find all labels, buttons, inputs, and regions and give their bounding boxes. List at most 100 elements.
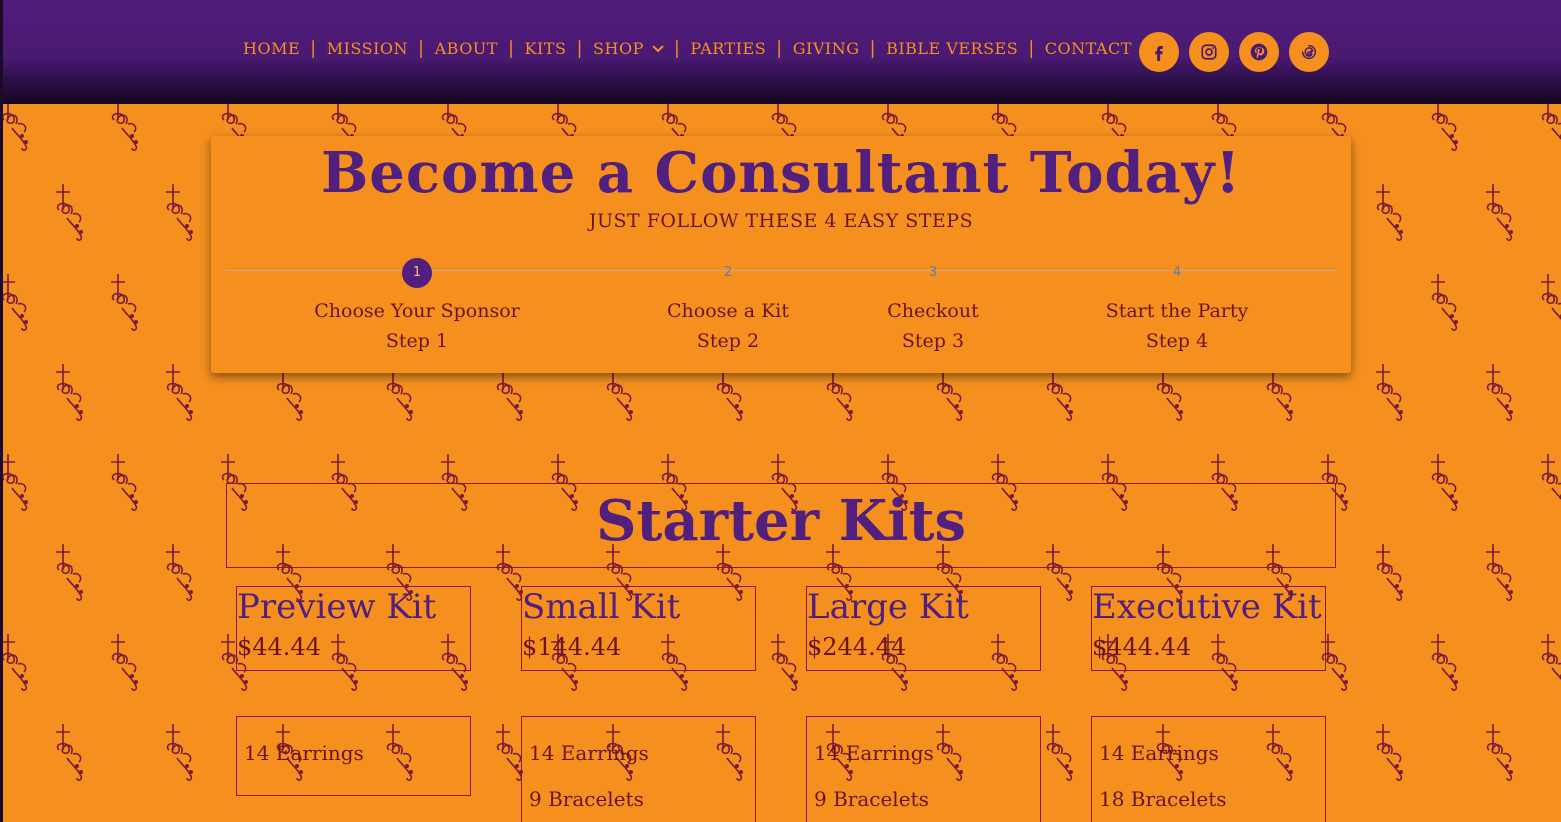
social-links (1139, 32, 1329, 72)
instagram-button[interactable] (1189, 32, 1229, 72)
consultant-steps-card: Become a Consultant Today! JUST FOLLOW T… (211, 136, 1351, 373)
facebook-button[interactable] (1139, 32, 1179, 72)
step-2-number-text: Step 2 (696, 330, 760, 352)
pattern-motif (3, 634, 28, 691)
nav-contact-label: CONTACT (1044, 38, 1132, 58)
pattern-motif (1541, 104, 1561, 140)
nav-parties-label: PARTIES (690, 38, 767, 58)
threads-button[interactable] (1289, 32, 1329, 72)
nav-shop[interactable]: SHOP (593, 39, 664, 58)
kit-contents-small: 14 Earrings 9 Bracelets (521, 716, 756, 822)
pinterest-button[interactable] (1239, 32, 1279, 72)
nav-giving-label: GIVING (792, 38, 860, 58)
pattern-motif (56, 184, 83, 241)
kit-content-item: 14 Earrings (814, 741, 934, 765)
pattern-motif (111, 104, 138, 151)
pattern-motif (1486, 184, 1513, 241)
pattern-motif (1541, 634, 1561, 680)
nav-bible-verses-label: BIBLE VERSES (886, 38, 1019, 58)
step-4-indicator[interactable]: 4 (1162, 258, 1192, 288)
pattern-motif (111, 274, 138, 331)
pattern-motif (3, 104, 28, 151)
pattern-motif (1431, 634, 1458, 691)
threads-icon (1301, 44, 1317, 60)
pattern-motif (56, 724, 83, 781)
starter-kits-title: Starter Kits (596, 488, 966, 554)
nav-giving[interactable]: GIVING (793, 39, 860, 58)
nav-separator: | (776, 37, 783, 59)
pattern-motif (166, 184, 193, 241)
nav-kits-label: KITS (524, 38, 567, 58)
kit-card-large[interactable]: Large Kit $244.44 (806, 586, 1041, 671)
nav-separator: | (507, 37, 515, 59)
nav-kits[interactable]: KITS (525, 39, 567, 58)
nav-home[interactable]: HOME (243, 39, 300, 58)
step-3-number-text: Step 3 (901, 330, 965, 352)
nav-parties[interactable]: PARTIES (690, 39, 766, 58)
kit-card-executive[interactable]: Executive Kit $444.44 (1091, 586, 1326, 671)
nav-home-label: HOME (243, 38, 301, 58)
kit-content-item: 14 Earrings (244, 741, 364, 765)
kit-content-item: 14 Earrings (529, 741, 649, 765)
pattern-motif (771, 634, 798, 691)
step-1-indicator[interactable]: 1 (402, 258, 432, 288)
pattern-motif (111, 634, 138, 691)
kit-content-item: 18 Bracelets (1099, 787, 1227, 811)
kit-card-preview[interactable]: Preview Kit $44.44 (236, 586, 471, 671)
nav-mission-label: MISSION (326, 38, 408, 58)
step-4-label[interactable]: Start the Party Step 4 (1057, 296, 1297, 356)
nav-about-label: ABOUT (434, 38, 498, 58)
pattern-motif (111, 454, 138, 511)
consultant-subtitle: JUST FOLLOW THESE 4 EASY STEPS (588, 210, 974, 232)
kit-name: Preview Kit (237, 587, 437, 627)
nav-separator: | (869, 37, 877, 59)
step-1-label[interactable]: Choose Your Sponsor Step 1 (297, 296, 537, 356)
pattern-motif (1376, 364, 1403, 421)
step-4-number-text: Step 4 (1145, 330, 1209, 352)
nav-separator: | (1028, 37, 1035, 59)
chevron-down-icon (652, 45, 664, 53)
kit-contents-executive: 14 Earrings 18 Bracelets (1091, 716, 1326, 822)
kit-price: $244.44 (807, 633, 907, 661)
nav-mission[interactable]: MISSION (327, 39, 408, 58)
nav-shop-label: SHOP (593, 38, 644, 58)
pattern-motif (56, 544, 83, 601)
step-3-indicator[interactable]: 3 (918, 258, 948, 288)
step-1-title: Choose Your Sponsor (314, 300, 520, 322)
pattern-motif (56, 364, 83, 421)
pattern-motif (1486, 364, 1513, 421)
starter-kits-header: Starter Kits (226, 483, 1336, 568)
nav-about[interactable]: ABOUT (435, 39, 498, 58)
nav-contact[interactable]: CONTACT (1045, 39, 1132, 58)
kit-price: $144.44 (522, 633, 622, 661)
step-1-number-text: Step 1 (385, 330, 449, 352)
nav-separator: | (673, 37, 681, 59)
pattern-motif (1431, 274, 1458, 331)
step-2-indicator[interactable]: 2 (713, 258, 743, 288)
kit-card-small[interactable]: Small Kit $144.44 (521, 586, 756, 671)
pattern-motif (1431, 104, 1458, 151)
kit-name: Large Kit (807, 587, 969, 627)
nav-separator: | (576, 37, 584, 59)
main-nav: HOME | MISSION | ABOUT | KITS | SHOP | P… (243, 36, 1132, 60)
pattern-motif (166, 544, 193, 601)
facebook-icon (1155, 46, 1163, 61)
nav-separator: | (310, 37, 317, 59)
site-header: HOME | MISSION | ABOUT | KITS | SHOP | P… (3, 0, 1561, 104)
kit-price: $444.44 (1092, 633, 1192, 661)
kit-content-item: 14 Earrings (1099, 741, 1219, 765)
kit-content-item: 9 Bracelets (814, 787, 929, 811)
step-3-label[interactable]: Checkout Step 3 (813, 296, 1053, 356)
step-4-title: Start the Party (1105, 300, 1249, 322)
instagram-icon (1201, 44, 1217, 60)
step-2-label[interactable]: Choose a Kit Step 2 (608, 296, 848, 356)
pattern-motif (3, 274, 28, 331)
nav-bible-verses[interactable]: BIBLE VERSES (886, 39, 1018, 58)
pattern-motif (1376, 544, 1403, 601)
kit-name: Executive Kit (1092, 587, 1322, 627)
pattern-motif (1046, 724, 1073, 781)
pattern-motif (1376, 184, 1403, 241)
pattern-motif (1376, 724, 1403, 781)
kit-contents-large: 14 Earrings 9 Bracelets (806, 716, 1041, 822)
consultant-title: Become a Consultant Today! (320, 140, 1242, 206)
